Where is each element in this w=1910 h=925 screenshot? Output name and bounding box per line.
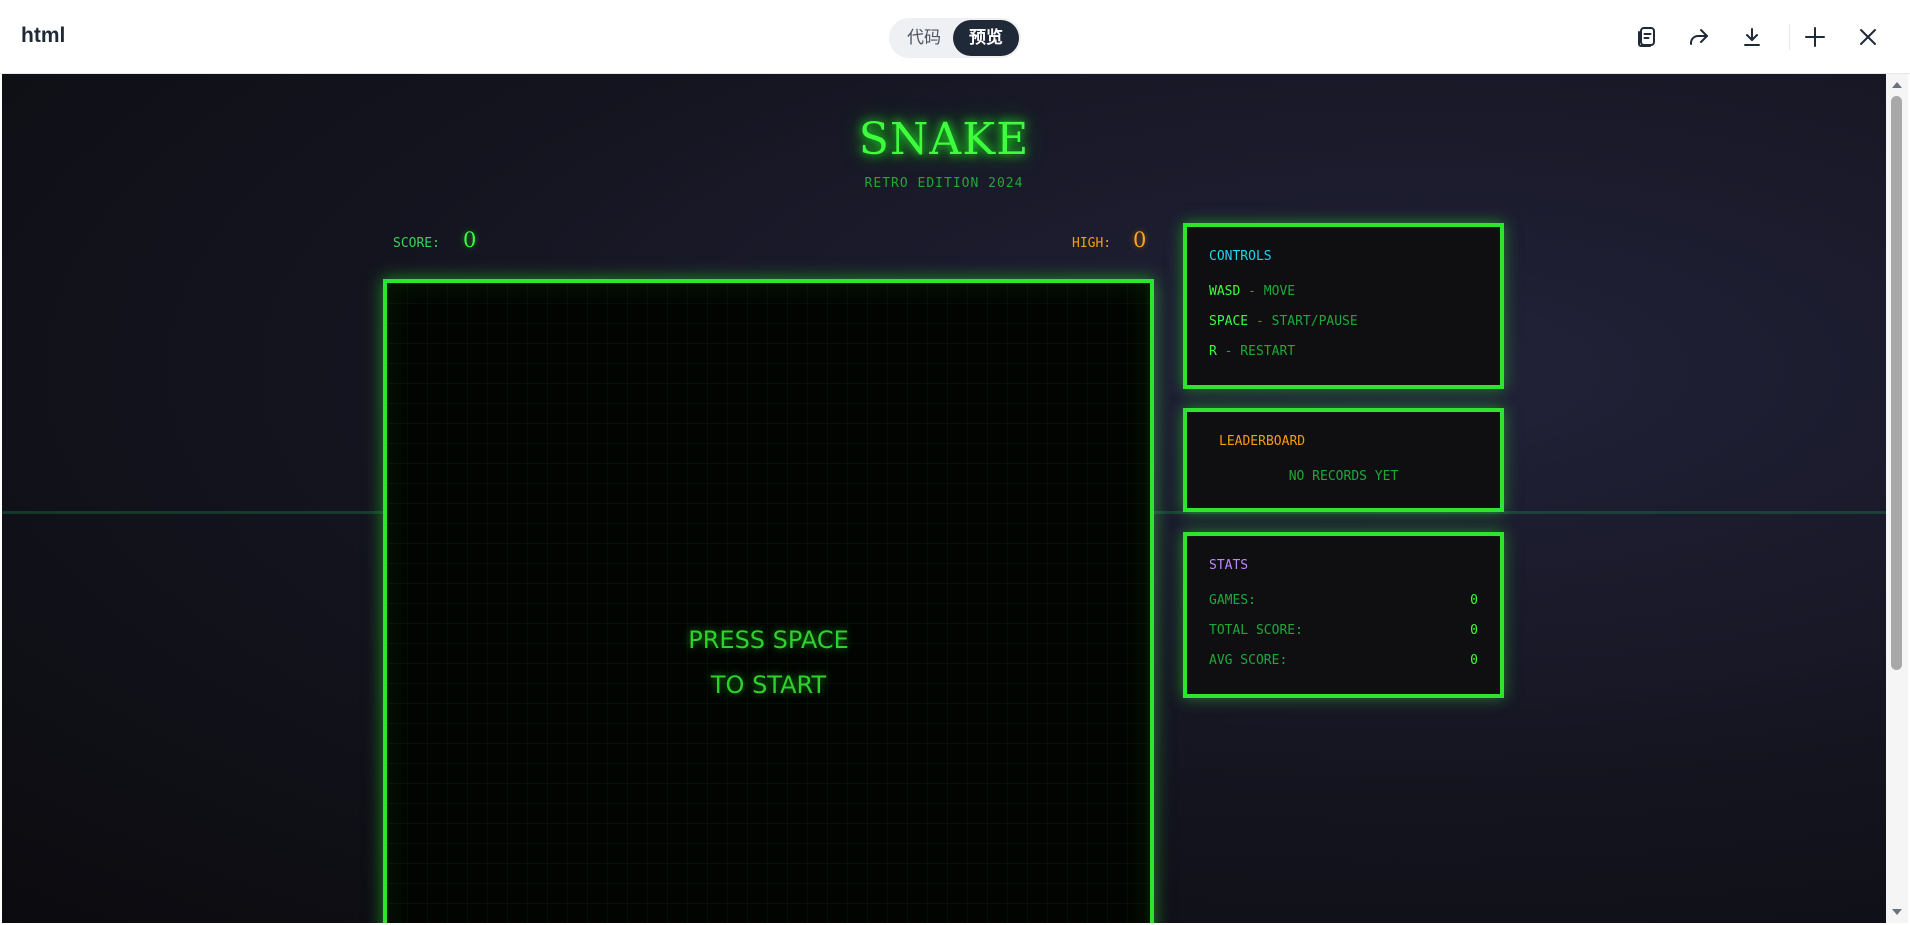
stats-panel: STATS GAMES: 0 TOTAL SCORE: 0 AVG SCORE: 0 (1183, 532, 1504, 698)
stat-row: AVG SCORE: 0 (1209, 653, 1478, 668)
toolbar-divider (1789, 24, 1790, 50)
stat-label: GAMES: (1209, 593, 1256, 608)
scroll-down-arrow-icon[interactable] (1892, 909, 1902, 915)
game-title: SNAKE (858, 114, 1030, 165)
control-row: R - RESTART (1209, 344, 1295, 359)
control-desc: - RESTART (1216, 344, 1296, 359)
stat-row: TOTAL SCORE: 0 (1209, 623, 1478, 638)
stat-value: 0 (1470, 623, 1478, 638)
stat-row: GAMES: 0 (1209, 593, 1478, 608)
leaderboard-heading: LEADERBOARD (1219, 434, 1306, 449)
view-toggle: 代码 预览 (889, 18, 1021, 58)
stat-value: 0 (1470, 653, 1478, 668)
vertical-scrollbar[interactable] (1886, 74, 1908, 923)
high-score-value: 0 (1133, 228, 1147, 252)
stat-value: 0 (1470, 593, 1478, 608)
control-key: R (1209, 344, 1217, 359)
control-key: WASD (1209, 284, 1241, 299)
collapse-icon[interactable] (1800, 22, 1830, 52)
control-desc: - MOVE (1240, 284, 1296, 299)
control-key: SPACE (1209, 314, 1249, 329)
preview-area: SNAKE RETRO EDITION 2024 SCORE: 0 HIGH: … (2, 74, 1886, 923)
high-score-label: HIGH: (1072, 236, 1112, 251)
leaderboard-empty: NO RECORDS YET (1288, 469, 1399, 484)
top-bar: html 代码 预览 (0, 0, 1910, 74)
controls-heading: CONTROLS (1209, 249, 1272, 264)
download-icon[interactable] (1737, 22, 1767, 52)
game-subtitle: RETRO EDITION 2024 (864, 176, 1024, 191)
start-prompt-line1: PRESS SPACE (688, 626, 849, 654)
leaderboard-panel: LEADERBOARD NO RECORDS YET (1183, 408, 1504, 512)
score-label: SCORE: (393, 236, 440, 251)
score-value: 0 (463, 228, 477, 252)
share-icon[interactable] (1684, 22, 1714, 52)
scroll-up-arrow-icon[interactable] (1892, 82, 1902, 88)
code-tab[interactable]: 代码 (891, 20, 957, 56)
stat-label: TOTAL SCORE: (1209, 623, 1303, 638)
game-board[interactable]: PRESS SPACE TO START (383, 279, 1154, 923)
control-desc: - START/PAUSE (1248, 314, 1358, 329)
stat-label: AVG SCORE: (1209, 653, 1288, 668)
window-title: html (21, 24, 66, 47)
scrollbar-thumb[interactable] (1891, 96, 1902, 670)
controls-panel: CONTROLS WASD - MOVE SPACE - START/PAUSE… (1183, 223, 1504, 389)
control-row: WASD - MOVE (1209, 284, 1295, 299)
preview-tab[interactable]: 预览 (953, 20, 1019, 56)
copy-icon[interactable] (1632, 22, 1662, 52)
start-prompt-line2: TO START (710, 671, 827, 699)
control-row: SPACE - START/PAUSE (1209, 314, 1358, 329)
close-icon[interactable] (1853, 22, 1883, 52)
stats-heading: STATS (1209, 558, 1249, 573)
